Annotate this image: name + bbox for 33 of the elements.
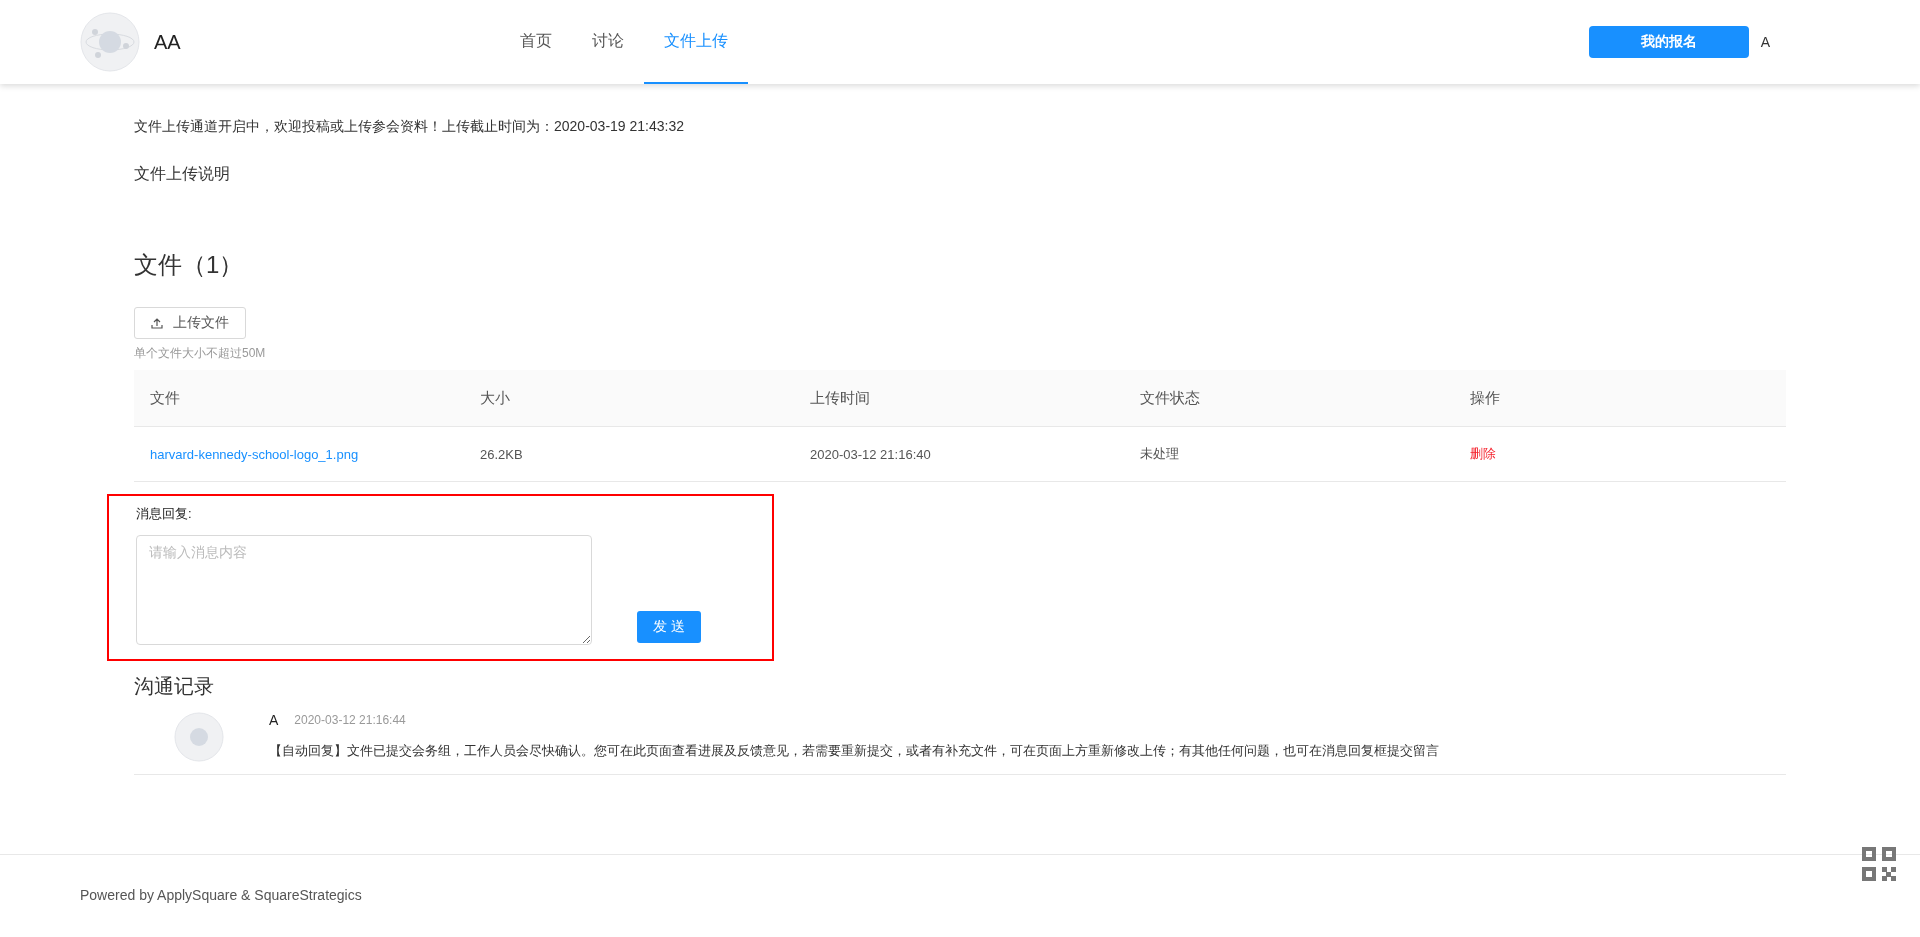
nav-tab[interactable]: 讨论 [572, 0, 644, 84]
nav-tab[interactable]: 首页 [500, 0, 572, 84]
site-name: AA [154, 30, 181, 54]
user-name[interactable]: A [1760, 34, 1770, 50]
upload-button[interactable]: 上传文件 [134, 307, 246, 339]
table-cell-text: 26.2KB [480, 446, 524, 462]
my-registration-button[interactable]: 我的报名 [1588, 26, 1749, 58]
table-cell-text: 未处理 [1140, 445, 1180, 463]
upload-hint: 单个文件大小不超过50M [134, 345, 267, 362]
qr-code-icon[interactable] [1862, 847, 1896, 881]
column-header: 操作 [1470, 388, 1501, 408]
column-header: 上传时间 [810, 388, 871, 408]
column-header: 大小 [480, 388, 511, 408]
column-header: 文件状态 [1140, 388, 1201, 408]
footer-text: Powered by ApplySquare & SquareStrategics [80, 887, 362, 903]
table-cell-text: 2020-03-12 21:16:40 [810, 446, 932, 462]
reply-label: 消息回复: [136, 506, 192, 521]
logo-icon [80, 12, 140, 72]
message-author: A [269, 712, 279, 728]
notice-text: 文件上传通道开启中，欢迎投稿或上传参会资料！上传截止时间为：2020-03-19 21:43:32 [134, 118, 685, 136]
message-time: 2020-03-12 21:16:44 [294, 713, 406, 727]
history-title: 沟通记录 [134, 674, 215, 699]
column-header: 文件 [150, 388, 181, 408]
files-title: 文件（1） [134, 250, 245, 280]
avatar-icon [174, 712, 224, 762]
nav-tab[interactable]: 文件上传 [644, 0, 748, 84]
instructions-title: 文件上传说明 [134, 164, 231, 184]
file-link[interactable]: harvard-kennedy-school-logo_1.png [150, 446, 480, 462]
message-text: 【自动回复】文件已提交会务组，工作人员会尽快确认。您可在此页面查看进展及反馈意见，若需要重新提交，或者有补充文件，可在页面上方重新修改上传；有其他任何问题，也可在消息回复框提交留言 [269, 742, 1439, 760]
upload-icon [151, 317, 163, 329]
send-button[interactable]: 发 送 [637, 611, 701, 643]
message-input-field[interactable]: 请输入消息内容 [136, 535, 592, 645]
delete-link[interactable]: 删除 [1470, 446, 1496, 461]
